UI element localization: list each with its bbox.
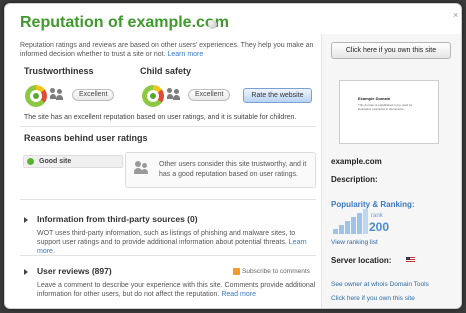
divider xyxy=(20,126,316,127)
own-site-button[interactable]: Click here if you own this site xyxy=(331,42,451,59)
description-label: Description: xyxy=(331,175,378,184)
user-reviews-text: Leave a comment to describe your experie… xyxy=(37,282,316,298)
main-panel: Reputation of example.com Reputation rat… xyxy=(5,4,319,308)
rank-label: rank xyxy=(371,213,383,219)
status-indicator-icon xyxy=(208,20,217,29)
divider xyxy=(20,255,316,256)
verdict-text: The site has an excellent reputation bas… xyxy=(24,114,297,121)
users-icon xyxy=(50,88,64,102)
reputation-window: Reputation of example.com Reputation rat… xyxy=(4,3,462,309)
user-reviews-heading[interactable]: User reviews (897) xyxy=(37,266,112,276)
good-site-tag: Good site xyxy=(23,155,123,168)
popularity-label: Popularity & Ranking: xyxy=(331,200,415,209)
trustworthiness-heading: Trustworthiness xyxy=(24,66,94,76)
close-icon[interactable]: × xyxy=(453,11,460,20)
reasons-heading: Reasons behind user ratings xyxy=(24,133,148,143)
users-icon xyxy=(134,161,148,175)
intro-text: Reputation ratings and reviews are based… xyxy=(20,42,314,58)
green-dot-icon xyxy=(27,158,34,165)
read-more-link[interactable]: Read more xyxy=(221,291,256,298)
site-name: example.com xyxy=(331,157,382,166)
reason-box: Other users consider this site trustwort… xyxy=(125,152,316,188)
expand-arrow-icon[interactable] xyxy=(24,269,28,275)
server-location-label: Server location: xyxy=(331,256,392,265)
third-party-text: WOT uses third-party information, such a… xyxy=(37,230,307,255)
whois-link[interactable]: See owner at whois Domain Tools xyxy=(331,281,429,288)
child-safety-heading: Child safety xyxy=(140,66,192,76)
us-flag-icon xyxy=(406,257,415,263)
site-thumbnail[interactable]: Example Domain This domain is establishe… xyxy=(339,80,439,144)
subscribe-link[interactable]: Subscribe to comments xyxy=(242,268,310,275)
page-title: Reputation of example.com xyxy=(20,14,229,31)
rate-website-button[interactable]: Rate the website xyxy=(243,88,312,103)
expand-arrow-icon[interactable] xyxy=(24,217,28,223)
rank-value: 200 xyxy=(369,220,390,234)
child-safety-meter-icon xyxy=(142,85,164,107)
third-party-heading[interactable]: Information from third-party sources (0) xyxy=(37,214,198,224)
learn-more-link[interactable]: Learn more xyxy=(167,51,203,58)
rss-icon[interactable] xyxy=(233,268,240,275)
users-icon xyxy=(167,88,181,102)
trust-badge: Excellent xyxy=(72,89,115,101)
view-ranking-link[interactable]: View ranking list xyxy=(331,239,378,246)
sidebar xyxy=(321,34,461,308)
trust-meter-icon xyxy=(25,85,47,107)
own-site-link[interactable]: Click here if you own this site xyxy=(331,295,415,302)
child-safety-badge: Excellent xyxy=(188,89,231,101)
divider xyxy=(20,199,316,200)
